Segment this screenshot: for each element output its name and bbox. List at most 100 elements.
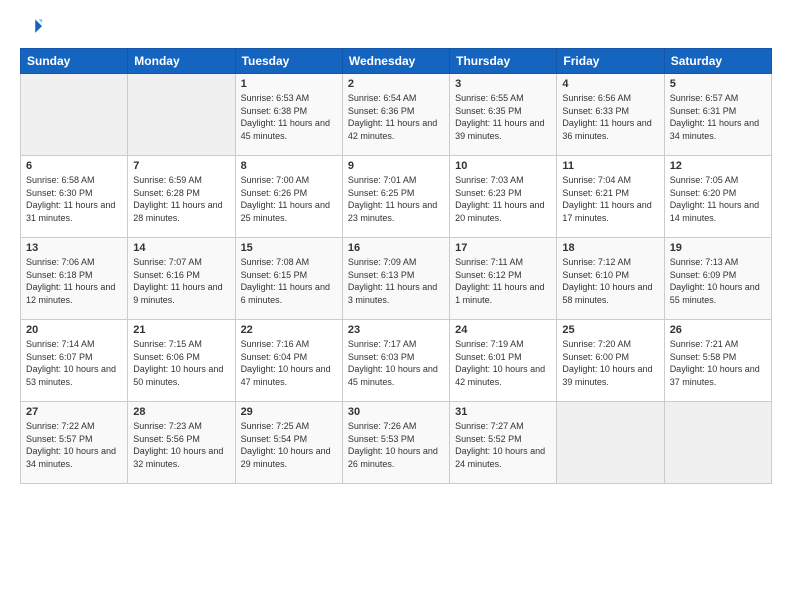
day-number: 18 (562, 242, 658, 254)
sunset-label: Sunset: 6:16 PM (133, 270, 200, 280)
day-number: 4 (562, 78, 658, 90)
daylight-label: Daylight: 10 hours and 42 minutes. (455, 364, 545, 387)
sunrise-label: Sunrise: 6:55 AM (455, 93, 524, 103)
logo (20, 16, 44, 38)
header (20, 16, 772, 38)
day-number: 23 (348, 324, 444, 336)
calendar-cell: 16 Sunrise: 7:09 AM Sunset: 6:13 PM Dayl… (342, 238, 449, 320)
calendar-cell: 10 Sunrise: 7:03 AM Sunset: 6:23 PM Dayl… (450, 156, 557, 238)
day-info: Sunrise: 7:13 AM Sunset: 6:09 PM Dayligh… (670, 256, 766, 306)
calendar-cell: 11 Sunrise: 7:04 AM Sunset: 6:21 PM Dayl… (557, 156, 664, 238)
daylight-label: Daylight: 10 hours and 50 minutes. (133, 364, 223, 387)
calendar-cell: 1 Sunrise: 6:53 AM Sunset: 6:38 PM Dayli… (235, 74, 342, 156)
daylight-label: Daylight: 11 hours and 39 minutes. (455, 118, 544, 141)
sunrise-label: Sunrise: 7:04 AM (562, 175, 631, 185)
calendar-cell: 19 Sunrise: 7:13 AM Sunset: 6:09 PM Dayl… (664, 238, 771, 320)
daylight-label: Daylight: 10 hours and 39 minutes. (562, 364, 652, 387)
sunset-label: Sunset: 6:06 PM (133, 352, 200, 362)
calendar-cell: 12 Sunrise: 7:05 AM Sunset: 6:20 PM Dayl… (664, 156, 771, 238)
sunset-label: Sunset: 6:28 PM (133, 188, 200, 198)
sunrise-label: Sunrise: 7:06 AM (26, 257, 95, 267)
day-number: 14 (133, 242, 229, 254)
calendar-cell: 15 Sunrise: 7:08 AM Sunset: 6:15 PM Dayl… (235, 238, 342, 320)
sunrise-label: Sunrise: 7:20 AM (562, 339, 631, 349)
calendar-cell (557, 402, 664, 484)
sunrise-label: Sunrise: 6:59 AM (133, 175, 202, 185)
day-number: 13 (26, 242, 122, 254)
calendar-cell: 8 Sunrise: 7:00 AM Sunset: 6:26 PM Dayli… (235, 156, 342, 238)
sunrise-label: Sunrise: 7:21 AM (670, 339, 739, 349)
day-info: Sunrise: 6:59 AM Sunset: 6:28 PM Dayligh… (133, 174, 229, 224)
daylight-label: Daylight: 10 hours and 55 minutes. (670, 282, 760, 305)
daylight-label: Daylight: 11 hours and 17 minutes. (562, 200, 651, 223)
calendar-cell (21, 74, 128, 156)
calendar-cell: 22 Sunrise: 7:16 AM Sunset: 6:04 PM Dayl… (235, 320, 342, 402)
day-number: 20 (26, 324, 122, 336)
daylight-label: Daylight: 10 hours and 26 minutes. (348, 446, 438, 469)
weekday-header-monday: Monday (128, 49, 235, 74)
day-number: 17 (455, 242, 551, 254)
sunset-label: Sunset: 6:25 PM (348, 188, 415, 198)
week-row-1: 1 Sunrise: 6:53 AM Sunset: 6:38 PM Dayli… (21, 74, 772, 156)
sunrise-label: Sunrise: 7:19 AM (455, 339, 524, 349)
day-info: Sunrise: 7:12 AM Sunset: 6:10 PM Dayligh… (562, 256, 658, 306)
daylight-label: Daylight: 11 hours and 25 minutes. (241, 200, 330, 223)
calendar-cell: 6 Sunrise: 6:58 AM Sunset: 6:30 PM Dayli… (21, 156, 128, 238)
sunset-label: Sunset: 6:00 PM (562, 352, 629, 362)
sunset-label: Sunset: 6:13 PM (348, 270, 415, 280)
day-number: 25 (562, 324, 658, 336)
sunset-label: Sunset: 5:52 PM (455, 434, 522, 444)
sunrise-label: Sunrise: 6:56 AM (562, 93, 631, 103)
weekday-header-wednesday: Wednesday (342, 49, 449, 74)
day-number: 10 (455, 160, 551, 172)
day-info: Sunrise: 7:00 AM Sunset: 6:26 PM Dayligh… (241, 174, 337, 224)
sunset-label: Sunset: 6:36 PM (348, 106, 415, 116)
sunset-label: Sunset: 6:20 PM (670, 188, 737, 198)
day-info: Sunrise: 7:25 AM Sunset: 5:54 PM Dayligh… (241, 420, 337, 470)
day-info: Sunrise: 6:54 AM Sunset: 6:36 PM Dayligh… (348, 92, 444, 142)
sunset-label: Sunset: 6:23 PM (455, 188, 522, 198)
day-number: 2 (348, 78, 444, 90)
calendar-cell: 30 Sunrise: 7:26 AM Sunset: 5:53 PM Dayl… (342, 402, 449, 484)
logo-icon (20, 16, 42, 38)
sunrise-label: Sunrise: 7:07 AM (133, 257, 202, 267)
sunset-label: Sunset: 5:58 PM (670, 352, 737, 362)
weekday-header-tuesday: Tuesday (235, 49, 342, 74)
sunrise-label: Sunrise: 7:12 AM (562, 257, 631, 267)
sunset-label: Sunset: 5:54 PM (241, 434, 308, 444)
sunrise-label: Sunrise: 7:13 AM (670, 257, 739, 267)
sunrise-label: Sunrise: 6:58 AM (26, 175, 95, 185)
day-info: Sunrise: 7:16 AM Sunset: 6:04 PM Dayligh… (241, 338, 337, 388)
sunrise-label: Sunrise: 7:09 AM (348, 257, 417, 267)
daylight-label: Daylight: 11 hours and 28 minutes. (133, 200, 222, 223)
sunset-label: Sunset: 5:57 PM (26, 434, 93, 444)
day-number: 12 (670, 160, 766, 172)
day-info: Sunrise: 6:53 AM Sunset: 6:38 PM Dayligh… (241, 92, 337, 142)
calendar-cell: 17 Sunrise: 7:11 AM Sunset: 6:12 PM Dayl… (450, 238, 557, 320)
daylight-label: Daylight: 11 hours and 12 minutes. (26, 282, 115, 305)
day-info: Sunrise: 7:27 AM Sunset: 5:52 PM Dayligh… (455, 420, 551, 470)
calendar-cell: 21 Sunrise: 7:15 AM Sunset: 6:06 PM Dayl… (128, 320, 235, 402)
daylight-label: Daylight: 10 hours and 37 minutes. (670, 364, 760, 387)
sunrise-label: Sunrise: 7:03 AM (455, 175, 524, 185)
sunrise-label: Sunrise: 7:27 AM (455, 421, 524, 431)
sunset-label: Sunset: 6:21 PM (562, 188, 629, 198)
day-number: 8 (241, 160, 337, 172)
calendar-cell: 28 Sunrise: 7:23 AM Sunset: 5:56 PM Dayl… (128, 402, 235, 484)
daylight-label: Daylight: 10 hours and 34 minutes. (26, 446, 116, 469)
week-row-3: 13 Sunrise: 7:06 AM Sunset: 6:18 PM Dayl… (21, 238, 772, 320)
day-number: 1 (241, 78, 337, 90)
sunset-label: Sunset: 6:07 PM (26, 352, 93, 362)
daylight-label: Daylight: 10 hours and 24 minutes. (455, 446, 545, 469)
calendar-cell: 25 Sunrise: 7:20 AM Sunset: 6:00 PM Dayl… (557, 320, 664, 402)
sunset-label: Sunset: 5:53 PM (348, 434, 415, 444)
daylight-label: Daylight: 11 hours and 14 minutes. (670, 200, 759, 223)
day-info: Sunrise: 6:57 AM Sunset: 6:31 PM Dayligh… (670, 92, 766, 142)
day-info: Sunrise: 7:23 AM Sunset: 5:56 PM Dayligh… (133, 420, 229, 470)
week-row-4: 20 Sunrise: 7:14 AM Sunset: 6:07 PM Dayl… (21, 320, 772, 402)
calendar-cell: 27 Sunrise: 7:22 AM Sunset: 5:57 PM Dayl… (21, 402, 128, 484)
calendar-cell: 26 Sunrise: 7:21 AM Sunset: 5:58 PM Dayl… (664, 320, 771, 402)
day-info: Sunrise: 7:09 AM Sunset: 6:13 PM Dayligh… (348, 256, 444, 306)
daylight-label: Daylight: 10 hours and 58 minutes. (562, 282, 652, 305)
sunset-label: Sunset: 6:12 PM (455, 270, 522, 280)
